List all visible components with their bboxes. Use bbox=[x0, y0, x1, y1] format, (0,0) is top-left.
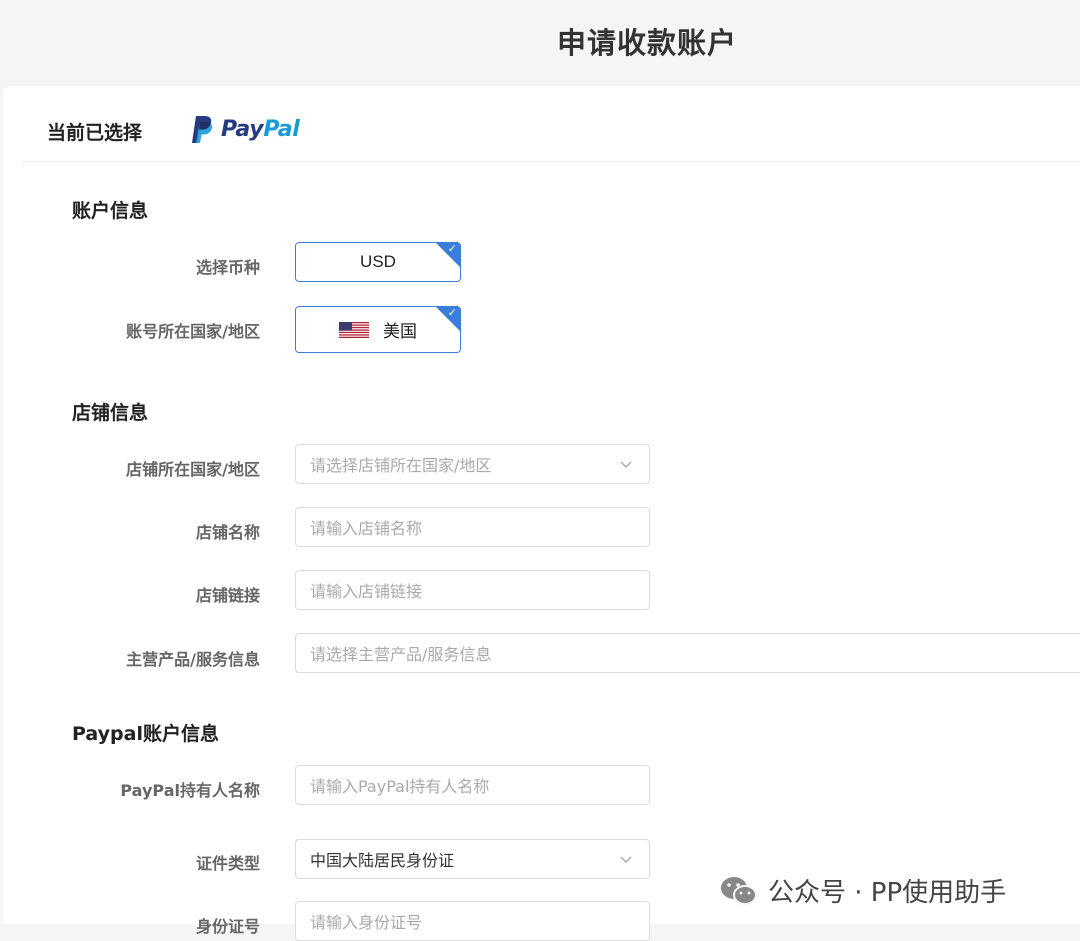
section-title-store: 店铺信息 bbox=[72, 402, 149, 424]
account-country-option-us[interactable]: 美国 ✓ bbox=[295, 306, 461, 353]
id-type-select[interactable]: 中国大陆居民身份证 bbox=[295, 839, 650, 879]
id-number-placeholder: 请输入身份证号 bbox=[310, 913, 423, 932]
id-type-label: 证件类型 bbox=[195, 854, 260, 873]
check-icon: ✓ bbox=[447, 307, 457, 319]
check-icon: ✓ bbox=[447, 243, 457, 255]
page-title: 申请收款账户 bbox=[556, 26, 737, 60]
us-flag-icon bbox=[339, 321, 369, 338]
selected-provider-row: 当前已选择 PayPal bbox=[21, 86, 1080, 162]
chevron-down-icon bbox=[620, 856, 632, 863]
id-type-value: 中国大陆居民身份证 bbox=[310, 851, 455, 870]
paypal-logo: PayPal bbox=[187, 113, 300, 145]
holder-name-input[interactable]: 请输入PayPal持有人名称 bbox=[295, 765, 650, 805]
store-country-select[interactable]: 请选择店铺所在国家/地区 bbox=[295, 444, 650, 484]
paypal-p-icon bbox=[192, 116, 212, 143]
holder-name-label: PayPal持有人名称 bbox=[120, 781, 260, 800]
store-link-placeholder: 请输入店铺链接 bbox=[310, 582, 423, 601]
account-country-value: 美国 bbox=[383, 322, 417, 341]
id-number-input[interactable]: 请输入身份证号 bbox=[295, 901, 650, 941]
store-name-placeholder: 请输入店铺名称 bbox=[310, 519, 423, 538]
holder-name-placeholder: 请输入PayPal持有人名称 bbox=[310, 777, 490, 796]
store-country-placeholder: 请选择店铺所在国家/地区 bbox=[310, 456, 492, 475]
watermark-text: 公众号 · PP使用助手 bbox=[768, 878, 1007, 908]
store-link-input[interactable]: 请输入店铺链接 bbox=[295, 570, 650, 610]
chevron-down-icon bbox=[620, 461, 632, 468]
store-link-label: 店铺链接 bbox=[195, 586, 260, 605]
currency-value: USD bbox=[360, 252, 396, 271]
paypal-wordmark: PayPal bbox=[221, 116, 300, 142]
section-title-account: 账户信息 bbox=[72, 200, 149, 222]
main-product-label: 主营产品/服务信息 bbox=[126, 650, 260, 669]
main-product-placeholder: 请选择主营产品/服务信息 bbox=[310, 645, 492, 664]
page-header: 申请收款账户 bbox=[0, 0, 1080, 86]
currency-label: 选择币种 bbox=[195, 258, 260, 277]
store-name-label: 店铺名称 bbox=[195, 523, 260, 542]
id-number-label: 身份证号 bbox=[195, 917, 260, 936]
wechat-icon bbox=[721, 876, 757, 905]
section-title-paypal: Paypal账户信息 bbox=[72, 723, 219, 745]
store-country-label: 店铺所在国家/地区 bbox=[126, 460, 260, 479]
account-country-label: 账号所在国家/地区 bbox=[126, 322, 260, 341]
main-product-select[interactable]: 请选择主营产品/服务信息 bbox=[295, 633, 1080, 673]
watermark: 公众号 · PP使用助手 bbox=[720, 872, 1006, 909]
form-panel: 当前已选择 PayPal 账户信息 选择币种 USD ✓ 账号所在国家/地区 美… bbox=[3, 86, 1080, 941]
selected-provider-label: 当前已选择 bbox=[47, 122, 143, 144]
store-name-input[interactable]: 请输入店铺名称 bbox=[295, 507, 650, 547]
currency-option-usd[interactable]: USD ✓ bbox=[295, 242, 461, 282]
